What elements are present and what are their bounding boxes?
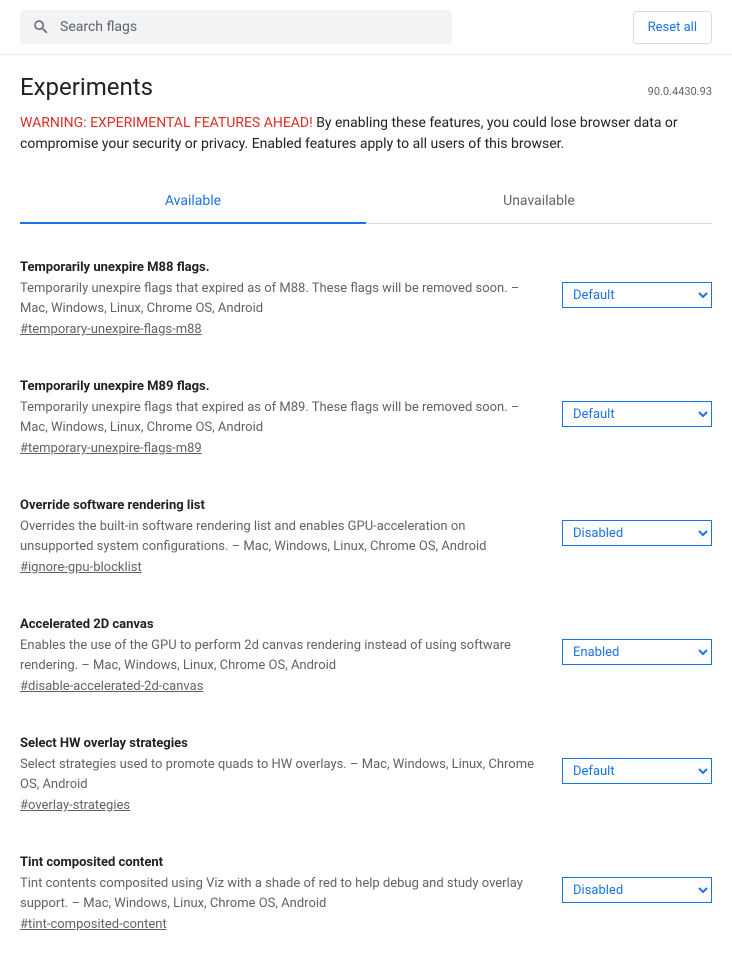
flag-state-select[interactable]: DefaultEnabledDisabled (562, 401, 712, 427)
search-box[interactable] (20, 10, 452, 44)
flag-item: Select HW overlay strategies Select strat… (20, 736, 712, 813)
header-row: Experiments 90.0.4430.93 (20, 73, 712, 101)
search-input[interactable] (60, 19, 440, 35)
flag-hash-link[interactable]: #temporary-unexpire-flags-m89 (20, 441, 202, 456)
flag-body: Temporarily unexpire M89 flags. Temporari… (20, 379, 542, 456)
flag-hash-link[interactable]: #tint-composited-content (20, 917, 167, 932)
warning-label: WARNING: EXPERIMENTAL FEATURES AHEAD! (20, 115, 313, 131)
flag-item: Tint composited content Tint contents com… (20, 855, 712, 932)
tab-available[interactable]: Available (20, 179, 366, 223)
flag-state-select[interactable]: DefaultEnabledDisabled (562, 520, 712, 546)
flag-state-select[interactable]: DefaultEnabledDisabled (562, 877, 712, 903)
flag-title: Temporarily unexpire M88 flags. (20, 260, 542, 275)
flag-body: Temporarily unexpire M88 flags. Temporari… (20, 260, 542, 337)
flag-description: Overrides the built-in software renderin… (20, 517, 542, 556)
search-icon (32, 18, 50, 36)
flag-body: Override software rendering list Override… (20, 498, 542, 575)
page-title: Experiments (20, 73, 153, 101)
flag-hash-link[interactable]: #disable-accelerated-2d-canvas (20, 679, 203, 694)
flag-item: Temporarily unexpire M89 flags. Temporari… (20, 379, 712, 456)
tab-unavailable[interactable]: Unavailable (366, 179, 712, 223)
flag-state-select[interactable]: DefaultEnabledDisabled (562, 282, 712, 308)
flag-description: Enables the use of the GPU to perform 2d… (20, 636, 542, 675)
flag-state-select[interactable]: DefaultEnabledDisabled (562, 639, 712, 665)
reset-all-button[interactable]: Reset all (633, 11, 712, 44)
flag-item: Override software rendering list Override… (20, 498, 712, 575)
flag-description: Temporarily unexpire flags that expired … (20, 398, 542, 437)
flag-description: Temporarily unexpire flags that expired … (20, 279, 542, 318)
flag-description: Select strategies used to promote quads … (20, 755, 542, 794)
flag-title: Accelerated 2D canvas (20, 617, 542, 632)
flag-state-select[interactable]: DefaultEnabledDisabled (562, 758, 712, 784)
flag-body: Accelerated 2D canvas Enables the use of … (20, 617, 542, 694)
flag-item: Accelerated 2D canvas Enables the use of … (20, 617, 712, 694)
flag-title: Override software rendering list (20, 498, 542, 513)
flag-item: Temporarily unexpire M88 flags. Temporari… (20, 260, 712, 337)
flag-hash-link[interactable]: #overlay-strategies (20, 798, 130, 813)
flag-title: Temporarily unexpire M89 flags. (20, 379, 542, 394)
flag-hash-link[interactable]: #temporary-unexpire-flags-m88 (20, 322, 202, 337)
flag-hash-link[interactable]: #ignore-gpu-blocklist (20, 560, 142, 575)
warning-block: WARNING: EXPERIMENTAL FEATURES AHEAD! By… (20, 113, 712, 155)
divider (0, 54, 732, 55)
flag-description: Tint contents composited using Viz with … (20, 874, 542, 913)
flag-title: Tint composited content (20, 855, 542, 870)
flag-body: Select HW overlay strategies Select strat… (20, 736, 542, 813)
tabs: Available Unavailable (20, 179, 712, 224)
flag-body: Tint composited content Tint contents com… (20, 855, 542, 932)
version-label: 90.0.4430.93 (648, 85, 712, 98)
flags-list: Temporarily unexpire M88 flags. Temporari… (20, 260, 712, 932)
search-bar: Reset all (0, 0, 732, 54)
flag-title: Select HW overlay strategies (20, 736, 542, 751)
